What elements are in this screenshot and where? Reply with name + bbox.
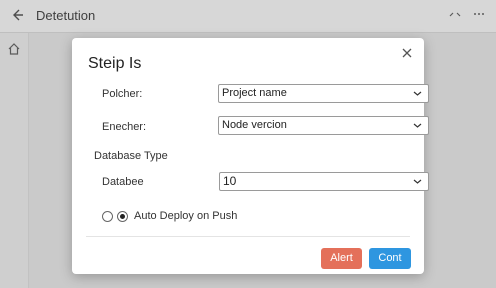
dialog-title: Steip Is [88, 55, 142, 72]
project-name-select[interactable]: Project name [218, 84, 429, 103]
continue-button[interactable]: Cont [369, 248, 411, 269]
dialog-divider [86, 236, 410, 237]
auto-deploy-radio-on[interactable] [117, 210, 128, 222]
field-label-project: Polcher: [102, 88, 143, 100]
project-name-value: Project name [222, 87, 287, 99]
database-value: 10 [223, 174, 237, 188]
chevron-down-icon [413, 179, 422, 184]
close-icon[interactable] [400, 46, 414, 60]
field-label-database: Databee [102, 176, 144, 188]
auto-deploy-label: Auto Deploy on Push [134, 210, 238, 222]
node-version-value: Node vercion [222, 119, 287, 131]
setup-dialog: Steip Is Polcher: Project name Enecher: … [72, 38, 429, 274]
database-select[interactable]: 10 [219, 172, 429, 191]
alert-button[interactable]: Alert [321, 248, 362, 269]
chevron-down-icon [413, 123, 422, 128]
database-type-heading: Database Type [94, 150, 168, 162]
auto-deploy-option[interactable]: Auto Deploy on Push [102, 208, 237, 224]
field-label-node: Enecher: [102, 121, 147, 133]
node-version-select[interactable]: Node vercion [218, 116, 429, 135]
chevron-down-icon [413, 91, 422, 96]
auto-deploy-radio-off[interactable] [102, 210, 113, 222]
